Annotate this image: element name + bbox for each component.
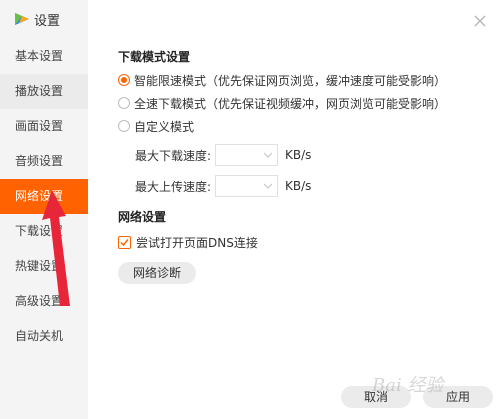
dns-checkbox[interactable]: [118, 235, 131, 249]
radio-full-speed-label: 全速下载模式（优先保证视频缓冲，网页浏览可能受影响）: [134, 96, 447, 111]
network-title: 网络设置: [118, 210, 167, 224]
max-upload-label: 最大上传速度:: [135, 179, 212, 194]
network-diagnose-button[interactable]: 网络诊断: [118, 262, 196, 284]
radio-smart-limit[interactable]: 智能限速模式（优先保证网页浏览，缓冲速度可能受影响）: [118, 72, 446, 88]
max-download-select[interactable]: [215, 144, 278, 166]
dns-checkbox-row[interactable]: 尝试打开页面DNS连接: [118, 234, 258, 250]
dns-checkbox-label: 尝试打开页面DNS连接: [136, 235, 258, 250]
check-icon: [120, 238, 129, 246]
max-upload-row: 最大上传速度: KB/s: [135, 175, 311, 197]
apply-button[interactable]: 应用: [423, 386, 493, 408]
max-download-unit: KB/s: [285, 148, 312, 162]
radio-custom-label: 自定义模式: [134, 119, 195, 134]
radio-full-speed-indicator[interactable]: [118, 97, 130, 109]
chevron-down-icon: [263, 152, 273, 158]
chevron-down-icon: [263, 183, 273, 189]
radio-custom[interactable]: 自定义模式: [118, 118, 194, 134]
settings-panel: 下载模式设置 智能限速模式（优先保证网页浏览，缓冲速度可能受影响） 全速下载模式…: [0, 0, 497, 419]
max-upload-unit: KB/s: [285, 179, 312, 193]
download-mode-title: 下载模式设置: [118, 50, 191, 64]
radio-custom-indicator[interactable]: [118, 120, 130, 132]
radio-smart-limit-indicator[interactable]: [118, 74, 130, 86]
max-download-label: 最大下载速度:: [135, 148, 212, 163]
radio-full-speed[interactable]: 全速下载模式（优先保证视频缓冲，网页浏览可能受影响）: [118, 95, 446, 111]
max-upload-select[interactable]: [215, 175, 278, 197]
cancel-button[interactable]: 取消: [341, 386, 411, 408]
radio-smart-limit-label: 智能限速模式（优先保证网页浏览，缓冲速度可能受影响）: [134, 73, 447, 88]
max-download-row: 最大下载速度: KB/s: [135, 144, 311, 166]
